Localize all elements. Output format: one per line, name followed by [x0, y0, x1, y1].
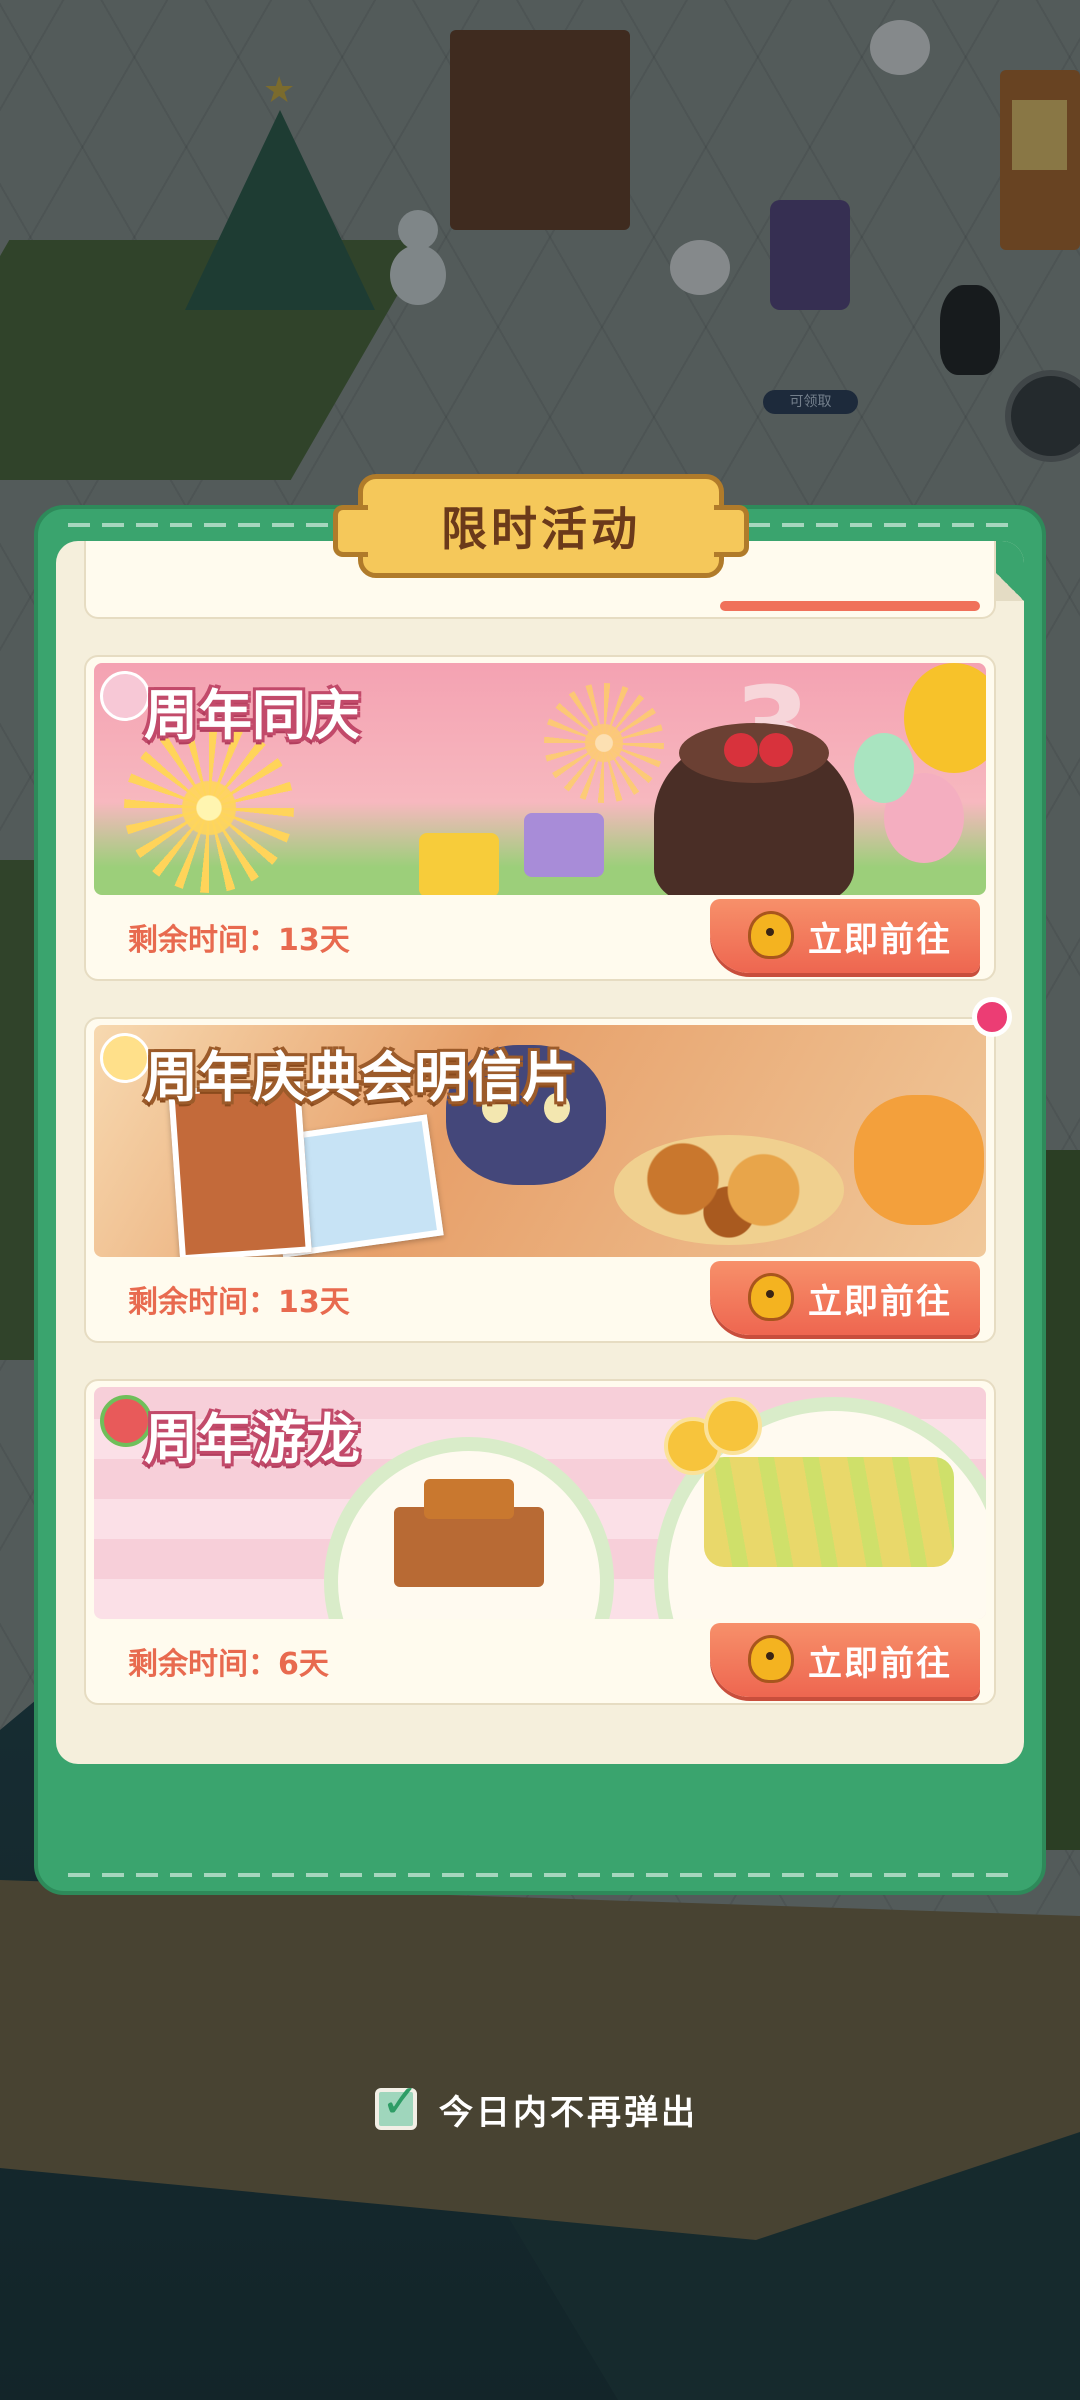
event-banner-image[interactable]: 3 周年同庆 [94, 663, 986, 895]
sun-icon [100, 1033, 150, 1083]
dialog-dash-border [68, 1873, 1012, 1877]
chick-icon [748, 1635, 794, 1683]
remaining-time: 剩余时间：6天 [128, 1647, 329, 1682]
new-notification-dot [972, 997, 1012, 1037]
event-banner-image[interactable]: 周年庆典会明信片 [94, 1025, 986, 1257]
event-card-dragon: 周年游龙 剩余时间：6天 立即前往 [84, 1379, 996, 1705]
balloon [854, 733, 914, 803]
strawberry [724, 733, 758, 767]
dialog-title-banner: 限时活动 [333, 474, 749, 578]
dont-show-today-checkbox[interactable]: ✓ [375, 2078, 420, 2130]
chick-icon [748, 911, 794, 959]
gift-box-yellow [419, 833, 499, 895]
go-button-partial[interactable] [720, 601, 980, 611]
event-list[interactable]: 3 周年同庆 剩余时间：13天 立即前往 [56, 541, 1024, 1764]
dialog-title: 限时活动 [441, 502, 641, 556]
event-title: 周年同庆 [144, 684, 360, 747]
event-title: 周年庆典会明信片 [144, 1046, 576, 1109]
event-card-postcard: 周年庆典会明信片 剩余时间：13天 立即前往 [84, 997, 1012, 1343]
dont-show-today-label[interactable]: 今日内不再弹出 [439, 2085, 698, 2134]
remaining-time: 剩余时间：13天 [128, 923, 350, 958]
tiger-character [854, 1095, 984, 1225]
dont-show-today-toggle[interactable]: ✓ 今日内不再弹出 [375, 2078, 698, 2134]
smiley-balloon [904, 663, 986, 773]
gift-box-purple [524, 813, 604, 877]
go-now-label: 立即前往 [808, 1281, 952, 1322]
limited-events-dialog: 3 周年同庆 剩余时间：13天 立即前往 [34, 505, 1046, 1895]
checkmark-icon: ✓ [381, 2074, 420, 2128]
chick-icon [748, 1273, 794, 1321]
go-now-button[interactable]: 立即前往 [710, 1623, 980, 1697]
remaining-time: 剩余时间：13天 [128, 1285, 350, 1320]
go-now-button[interactable]: 立即前往 [710, 1261, 980, 1335]
strawberry [759, 733, 793, 767]
braised-tofu-dish [394, 1479, 544, 1587]
go-now-label: 立即前往 [808, 1643, 952, 1684]
event-banner-image[interactable]: 周年游龙 [94, 1387, 986, 1619]
go-now-label: 立即前往 [808, 919, 952, 960]
go-now-button[interactable]: 立即前往 [710, 899, 980, 973]
cabbage-dish [704, 1457, 954, 1567]
cake-icon [100, 671, 150, 721]
event-title: 周年游龙 [144, 1408, 360, 1471]
event-card-anniversary: 3 周年同庆 剩余时间：13天 立即前往 [84, 655, 996, 981]
firework-decoration [544, 683, 664, 803]
lemon-slice [704, 1397, 762, 1455]
party-food [614, 1135, 844, 1245]
